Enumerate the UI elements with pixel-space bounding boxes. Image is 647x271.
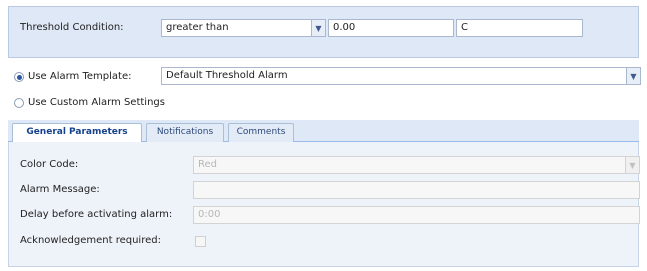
alarm-template-dropdown-trigger[interactable]: ▼ (627, 67, 641, 85)
tab-general-parameters[interactable]: General Parameters (12, 123, 142, 143)
use-alarm-template-label: Use Alarm Template: (28, 71, 132, 82)
threshold-unit-input[interactable]: C (456, 19, 583, 37)
chevron-down-icon: ▼ (630, 71, 637, 81)
delay-input[interactable]: 0:00 (193, 206, 640, 224)
acknowledgement-label: Acknowledgement required: (20, 235, 161, 246)
color-code-dropdown-trigger[interactable]: ▼ (626, 156, 640, 174)
operator-dropdown-trigger[interactable]: ▼ (312, 19, 326, 37)
threshold-condition-label: Threshold Condition: (20, 22, 124, 33)
threshold-value-input[interactable]: 0.00 (328, 19, 454, 37)
acknowledgement-checkbox[interactable] (195, 236, 206, 247)
color-code-select[interactable]: Red (193, 156, 626, 174)
use-custom-alarm-settings-radio[interactable] (14, 98, 24, 108)
use-alarm-template-radio[interactable] (14, 72, 24, 82)
delay-label: Delay before activating alarm: (20, 209, 173, 220)
color-code-label: Color Code: (20, 159, 79, 170)
threshold-operator-select[interactable]: greater than (161, 19, 312, 37)
use-custom-alarm-settings-label: Use Custom Alarm Settings (28, 97, 165, 108)
chevron-down-icon: ▼ (315, 23, 322, 33)
alarm-message-input[interactable] (193, 181, 640, 199)
tab-comments[interactable]: Comments (228, 123, 294, 142)
tab-notifications[interactable]: Notifications (146, 123, 224, 142)
alarm-message-label: Alarm Message: (20, 184, 100, 195)
alarm-template-select[interactable]: Default Threshold Alarm (161, 67, 627, 85)
chevron-down-icon: ▼ (629, 160, 636, 170)
